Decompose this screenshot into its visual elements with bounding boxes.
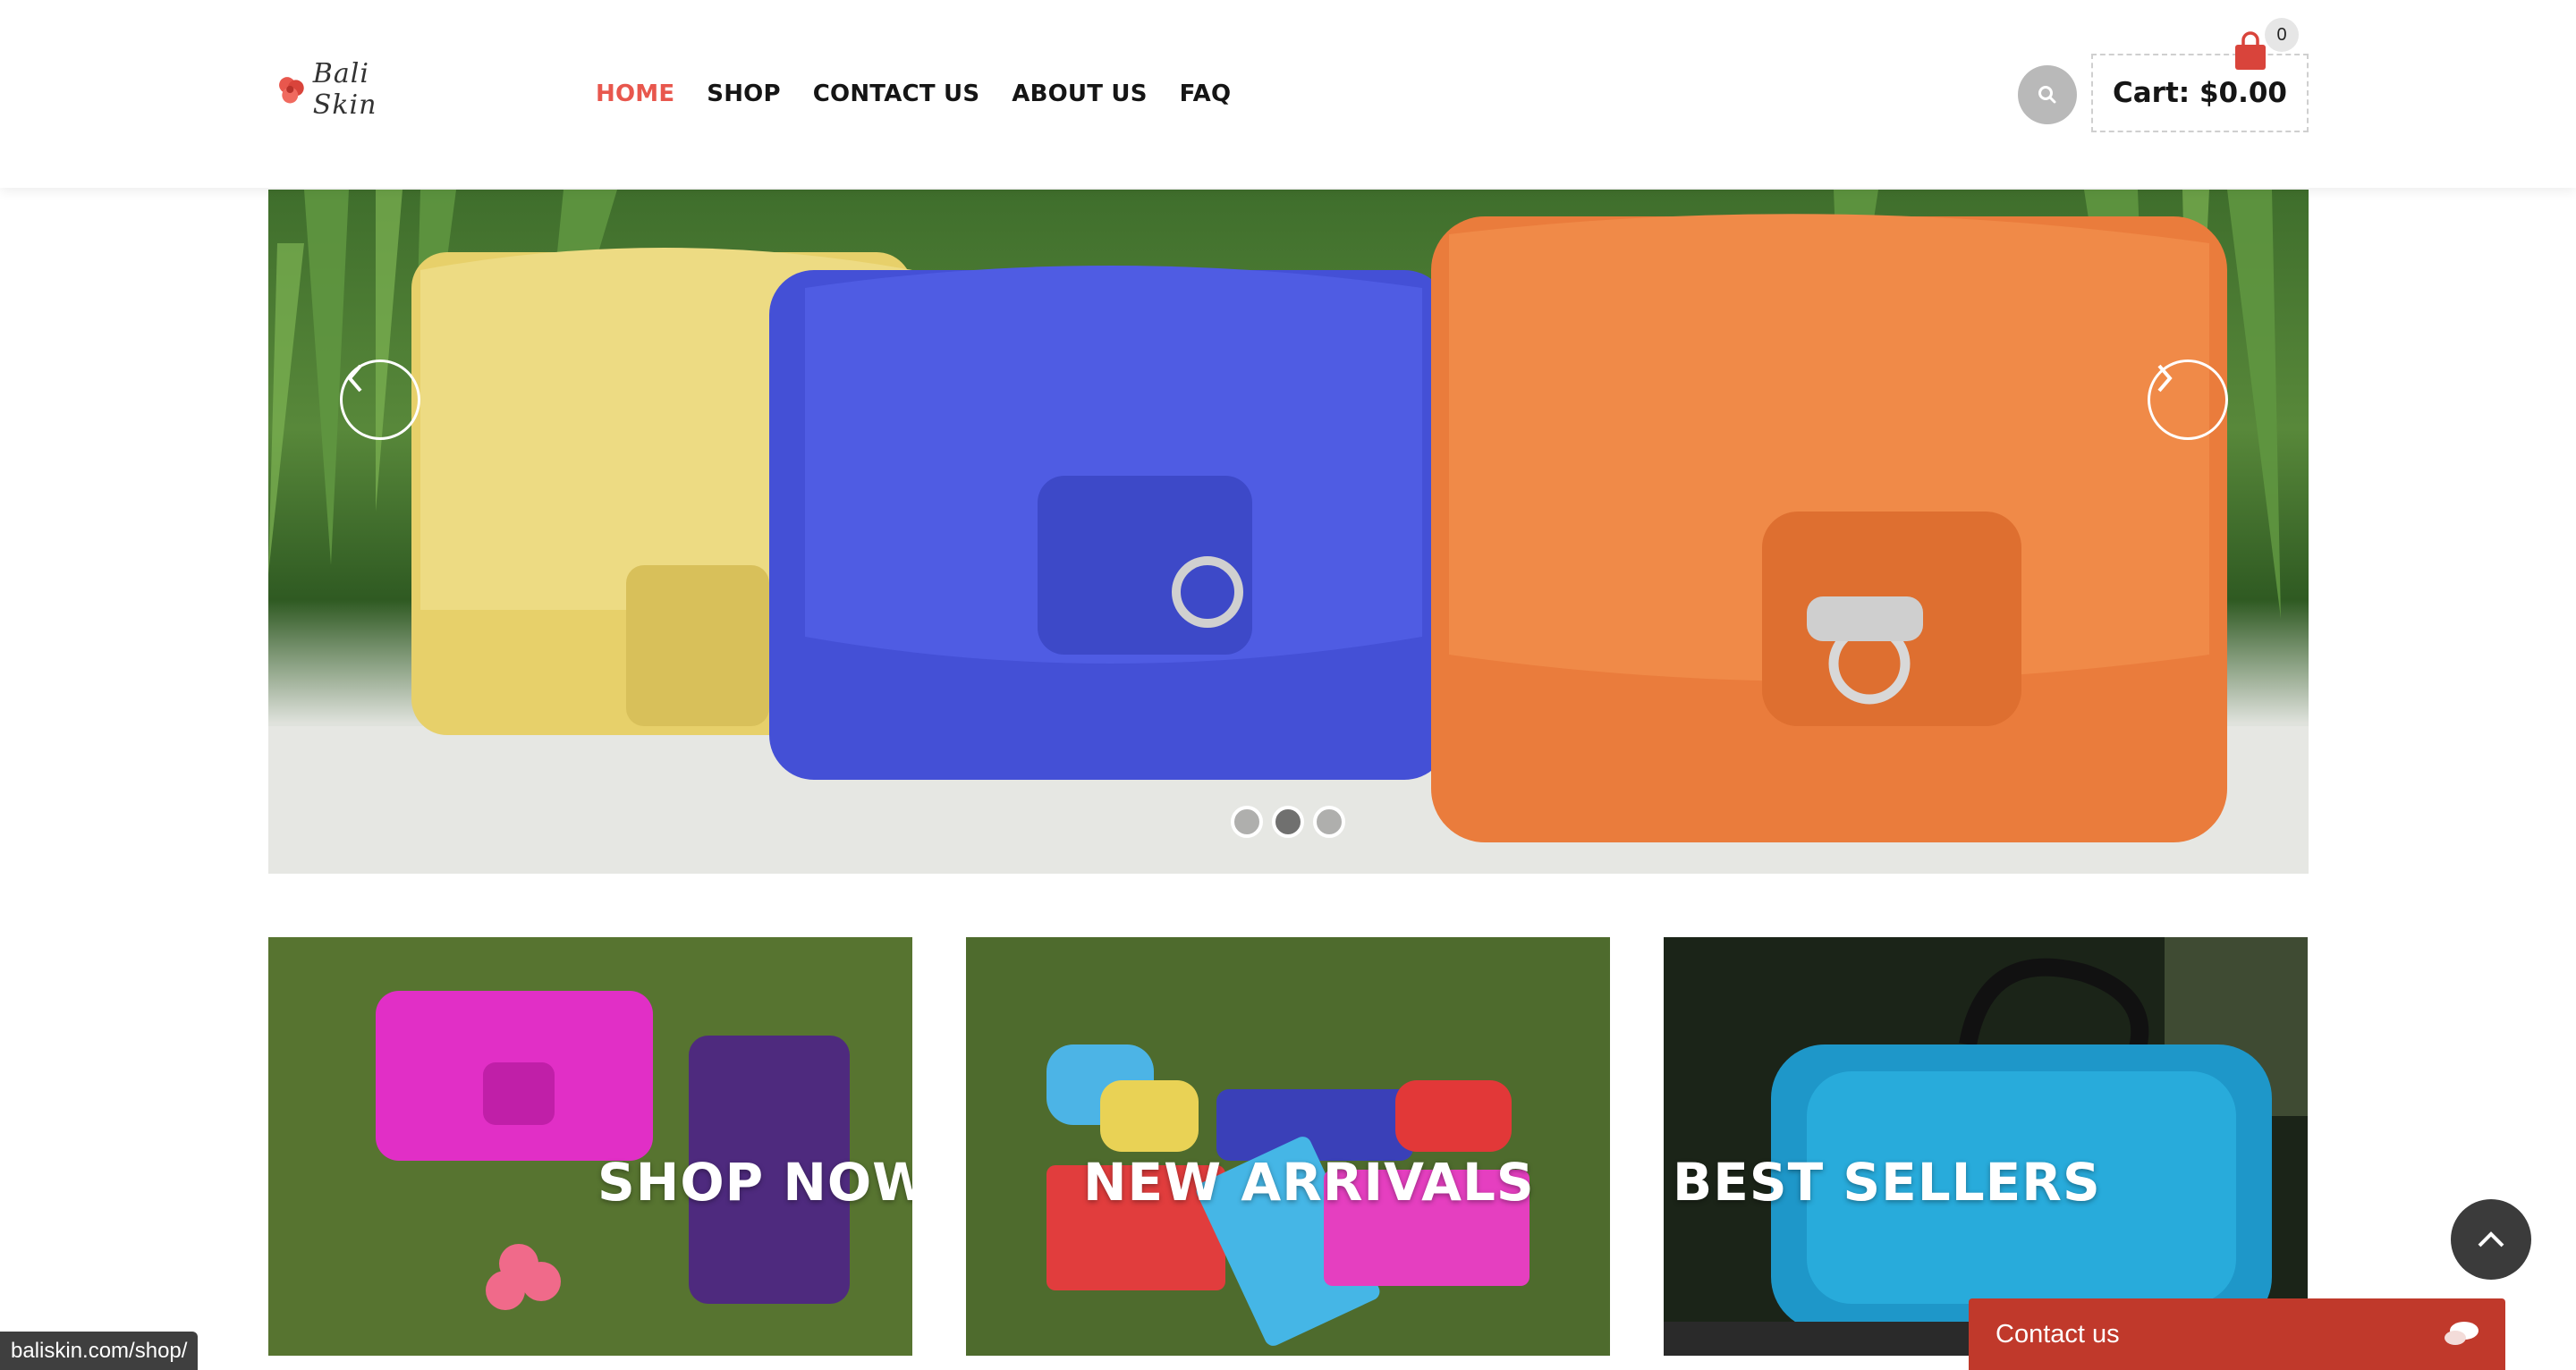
slider-dots	[1231, 806, 1345, 838]
chat-bubble-icon	[2445, 1322, 2479, 1345]
logo-flower-icon	[279, 77, 304, 104]
search-icon	[2038, 86, 2056, 104]
chevron-up-icon	[2478, 1231, 2504, 1247]
status-bar-url: baliskin.com/shop/	[0, 1332, 199, 1370]
chevron-right-icon	[2157, 364, 2173, 393]
logo-text: Bali Skin	[312, 58, 377, 121]
tile-label: SHOP NOW	[597, 1152, 912, 1213]
main-nav: HOME SHOP CONTACT US ABOUT US FAQ	[596, 80, 1231, 107]
tile-label: NEW ARRIVALS	[1083, 1152, 1535, 1213]
slider-next-button[interactable]	[2148, 359, 2228, 440]
tile-new-arrivals[interactable]: NEW ARRIVALS	[966, 937, 1610, 1356]
tile-image-new-arrivals	[966, 937, 1610, 1356]
cart-button[interactable]: Cart: $0.00	[2091, 54, 2309, 132]
cart-total: Cart: $0.00	[2112, 77, 2288, 109]
tile-image-shop-now	[268, 937, 912, 1356]
nav-faq[interactable]: FAQ	[1180, 80, 1232, 107]
site-header: Bali Skin HOME SHOP CONTACT US ABOUT US …	[0, 0, 2576, 188]
logo[interactable]: Bali Skin	[275, 58, 419, 121]
slider-prev-button[interactable]	[340, 359, 420, 440]
nav-home[interactable]: HOME	[596, 80, 674, 107]
contact-us-bar[interactable]: Contact us	[1969, 1298, 2505, 1370]
tile-shop-now[interactable]: SHOP NOW	[268, 937, 912, 1356]
hero-image	[268, 190, 2309, 874]
slider-dot-1[interactable]	[1231, 806, 1263, 838]
nav-about-us[interactable]: ABOUT US	[1012, 80, 1147, 107]
nav-shop[interactable]: SHOP	[707, 80, 780, 107]
tile-image-best-sellers	[1664, 937, 2308, 1356]
contact-us-label: Contact us	[1996, 1319, 2120, 1349]
hero-slider	[268, 190, 2309, 874]
tile-label: BEST SELLERS	[1673, 1152, 2101, 1213]
slider-dot-2[interactable]	[1272, 806, 1304, 838]
chevron-left-icon	[347, 364, 362, 393]
nav-contact-us[interactable]: CONTACT US	[813, 80, 980, 107]
tile-best-sellers[interactable]: BEST SELLERS	[1664, 937, 2308, 1356]
slider-dot-3[interactable]	[1313, 806, 1345, 838]
back-to-top-button[interactable]	[2451, 1199, 2531, 1280]
search-button[interactable]	[2018, 65, 2077, 124]
cart-count-badge: 0	[2265, 18, 2299, 52]
